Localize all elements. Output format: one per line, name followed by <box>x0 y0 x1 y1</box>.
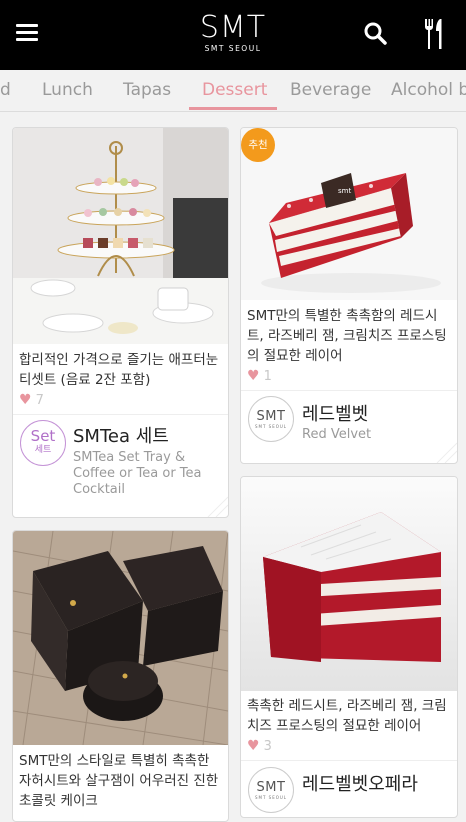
tab-tapas[interactable]: Tapas <box>123 80 171 100</box>
item-description: 촉촉한 레드시트, 라즈베리 잼, 크림치즈 프로스팅의 절묘한 레이어 <box>247 698 447 734</box>
brand-logo-subtext: SMT SEOUL <box>254 424 288 429</box>
set-badge-line1: Set <box>30 427 56 445</box>
card-divider <box>241 390 457 391</box>
app-logo[interactable]: SMT SMT SEOUL <box>193 12 273 60</box>
smt-brand-logo: SMT SMT SEOUL <box>248 396 294 442</box>
card-corner-decoration <box>436 442 457 463</box>
item-description: SMT만의 스타일로 특별히 촉촉한 자허시트와 살구잼이 어우러진 진한 초콜… <box>19 753 219 809</box>
tab-alcohol-beverage[interactable]: Alcohol b <box>391 80 466 100</box>
heart-icon: ♥ <box>247 368 260 384</box>
red-velvet-opera-photo <box>241 477 457 691</box>
tab-beverage[interactable]: Beverage <box>290 80 371 100</box>
chocolate-cake-photo <box>13 531 228 745</box>
item-name: 레드벨벳오페라 <box>302 774 418 795</box>
top-app-bar: SMT SMT SEOUL <box>0 0 466 70</box>
heart-icon: ♥ <box>247 738 260 754</box>
like-count-value: 1 <box>263 369 272 384</box>
brand-logo-subtext: SMT SEOUL <box>254 795 288 800</box>
logo-subtext: SMT SEOUL <box>204 44 262 53</box>
tab-brunch[interactable]: d <box>0 80 11 100</box>
item-description: SMT만의 특별한 촉촉함의 레드시트, 라즈베리 잼, 크림치즈 프로스팅의 … <box>247 308 447 364</box>
menu-icon[interactable] <box>14 21 40 45</box>
tab-lunch[interactable]: Lunch <box>42 80 93 100</box>
menu-card-smtea-set[interactable]: 합리적인 가격으로 즐기는 애프터눈 티셋트 (음료 2잔 포함) ♥ 7 Set… <box>12 127 229 518</box>
smt-brand-logo: SMT SMT SEOUL <box>248 767 294 813</box>
logo-mark: SMT <box>199 10 267 45</box>
card-divider <box>13 414 228 415</box>
like-count-value: 7 <box>35 393 44 408</box>
item-english-name: Red Velvet <box>302 427 372 442</box>
tab-dessert[interactable]: Dessert <box>202 80 267 100</box>
recommended-badge: 추천 <box>241 128 275 162</box>
set-badge-line2: 세트 <box>34 445 52 455</box>
brand-logo-mark: SMT <box>256 409 286 424</box>
afternoon-tea-photo <box>13 128 228 344</box>
menu-card-chocolate-cake[interactable]: SMT만의 스타일로 특별히 촉촉한 자허시트와 살구잼이 어우러진 진한 초콜… <box>12 530 229 822</box>
red-velvet-photo: smt <box>241 128 457 300</box>
svg-text:smt: smt <box>338 187 351 195</box>
item-description: 합리적인 가격으로 즐기는 애프터눈 티셋트 (음료 2잔 포함) <box>19 352 219 388</box>
card-corner-decoration <box>207 496 228 517</box>
like-count[interactable]: ♥ 1 <box>247 368 272 384</box>
brand-logo-mark: SMT <box>256 780 286 795</box>
item-name: 레드벨벳 <box>302 404 369 425</box>
cutlery-icon[interactable] <box>420 17 448 51</box>
search-icon[interactable] <box>362 20 390 48</box>
card-divider <box>241 760 457 761</box>
set-badge: Set 세트 <box>20 420 66 466</box>
like-count[interactable]: ♥ 7 <box>19 392 44 408</box>
category-tabs: d Lunch Tapas Dessert Beverage Alcohol b <box>0 70 466 112</box>
menu-card-red-velvet[interactable]: smt 추천 SMT만의 특별한 촉촉함의 레드시트, 라즈베리 잼, 크림치즈… <box>240 127 458 464</box>
heart-icon: ♥ <box>19 392 32 408</box>
active-tab-indicator <box>189 107 277 110</box>
tabs-divider <box>0 111 466 112</box>
item-name: SMTea 세트 <box>73 426 169 447</box>
like-count-value: 3 <box>263 739 272 754</box>
menu-card-red-velvet-opera[interactable]: 촉촉한 레드시트, 라즈베리 잼, 크림치즈 프로스팅의 절묘한 레이어 ♥ 3 … <box>240 476 458 818</box>
like-count[interactable]: ♥ 3 <box>247 738 272 754</box>
